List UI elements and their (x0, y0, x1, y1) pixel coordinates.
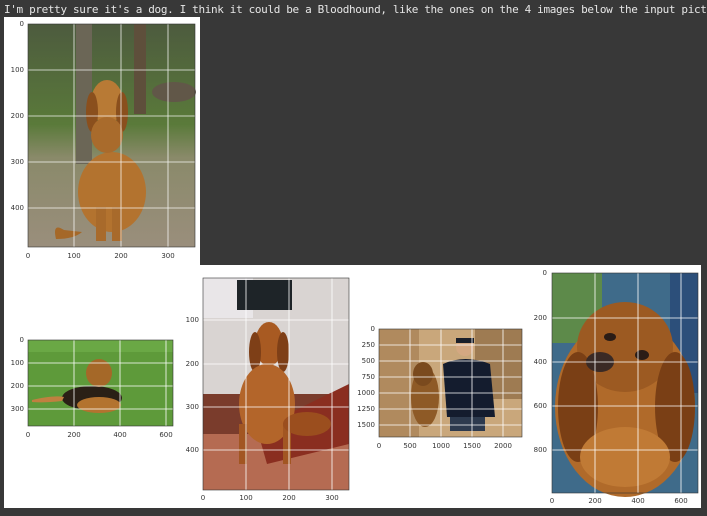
similar-1-dog-photo (28, 340, 173, 426)
tick-label: 500 (362, 357, 375, 365)
tick-label: 200 (282, 494, 295, 502)
input-y-ticks: 0 100 200 300 400 (11, 20, 24, 212)
similar-image-2-figure: 0 100 200 300 100 200 300 400 (177, 274, 352, 504)
tick-label: 2000 (494, 442, 512, 450)
tick-label: 1000 (357, 389, 375, 397)
tick-label: 0 (550, 497, 554, 505)
similar-3-x-ticks: 0 500 1000 1500 2000 (377, 442, 512, 450)
tick-label: 100 (11, 359, 24, 367)
tick-label: 200 (11, 382, 24, 390)
input-image-figure: 0 100 200 300 0 100 200 300 400 (4, 17, 200, 265)
tick-label: 0 (371, 325, 375, 333)
tick-label: 200 (588, 497, 601, 505)
tick-label: 600 (674, 497, 687, 505)
similar-image-1-figure: 0 200 400 600 0 100 200 300 (4, 333, 174, 443)
input-dog-photo (28, 24, 196, 247)
tick-label: 1250 (357, 405, 375, 413)
tick-label: 200 (114, 252, 127, 260)
tick-label: 1500 (357, 421, 375, 429)
tick-label: 750 (362, 373, 375, 381)
tick-label: 0 (377, 442, 381, 450)
tick-label: 1000 (432, 442, 450, 450)
similar-4-dog-photo (552, 273, 698, 497)
similar-image-2-plot: 0 100 200 300 100 200 300 400 (186, 277, 350, 502)
tick-label: 600 (159, 431, 172, 439)
tick-label: 400 (113, 431, 126, 439)
similar-4-y-ticks: 0 200 400 600 800 (534, 269, 547, 454)
tick-label: 200 (67, 431, 80, 439)
tick-label: 400 (534, 358, 547, 366)
tick-label: 0 (26, 252, 30, 260)
similar-image-3-figure: 0 500 1000 1500 2000 0 250 500 750 1000 … (355, 322, 527, 457)
tick-label: 0 (201, 494, 205, 502)
tick-label: 0 (26, 431, 30, 439)
tick-label: 400 (186, 446, 199, 454)
tick-label: 0 (543, 269, 547, 277)
tick-label: 300 (161, 252, 174, 260)
tick-label: 0 (20, 20, 24, 28)
similar-image-4-figure: 0 200 400 600 0 200 400 600 800 (530, 267, 701, 508)
input-image-plot: 0 100 200 300 0 100 200 300 400 (11, 20, 196, 260)
tick-label: 100 (239, 494, 252, 502)
tick-label: 300 (11, 405, 24, 413)
tick-label: 300 (325, 494, 338, 502)
tick-label: 600 (534, 402, 547, 410)
tick-label: 200 (11, 112, 24, 120)
similar-image-4-plot: 0 200 400 600 0 200 400 600 800 (534, 269, 699, 505)
tick-label: 800 (534, 446, 547, 454)
similar-image-1-plot: 0 200 400 600 0 100 200 300 (11, 336, 174, 439)
tick-label: 300 (11, 158, 24, 166)
similar-4-x-ticks: 0 200 400 600 (550, 497, 688, 505)
tick-label: 300 (186, 403, 199, 411)
similar-image-3-plot: 0 500 1000 1500 2000 0 250 500 750 1000 … (357, 325, 523, 450)
cell-output-text: I'm pretty sure it's a dog. I think it c… (4, 3, 707, 16)
tick-label: 400 (631, 497, 644, 505)
similar-1-x-ticks: 0 200 400 600 (26, 431, 173, 439)
similar-3-y-ticks: 0 250 500 750 1000 1250 1500 (357, 325, 375, 429)
tick-label: 400 (11, 204, 24, 212)
tick-label: 250 (362, 341, 375, 349)
similar-2-dog-photo (203, 278, 349, 490)
tick-label: 200 (534, 314, 547, 322)
tick-label: 200 (186, 360, 199, 368)
similar-2-y-ticks: 100 200 300 400 (186, 316, 199, 454)
tick-label: 500 (403, 442, 416, 450)
tick-label: 100 (186, 316, 199, 324)
tick-label: 1500 (463, 442, 481, 450)
tick-label: 0 (20, 336, 24, 344)
similar-1-y-ticks: 0 100 200 300 (11, 336, 24, 413)
tick-label: 100 (67, 252, 80, 260)
similar-2-x-ticks: 0 100 200 300 (201, 494, 339, 502)
tick-label: 100 (11, 66, 24, 74)
input-x-ticks: 0 100 200 300 (26, 252, 175, 260)
